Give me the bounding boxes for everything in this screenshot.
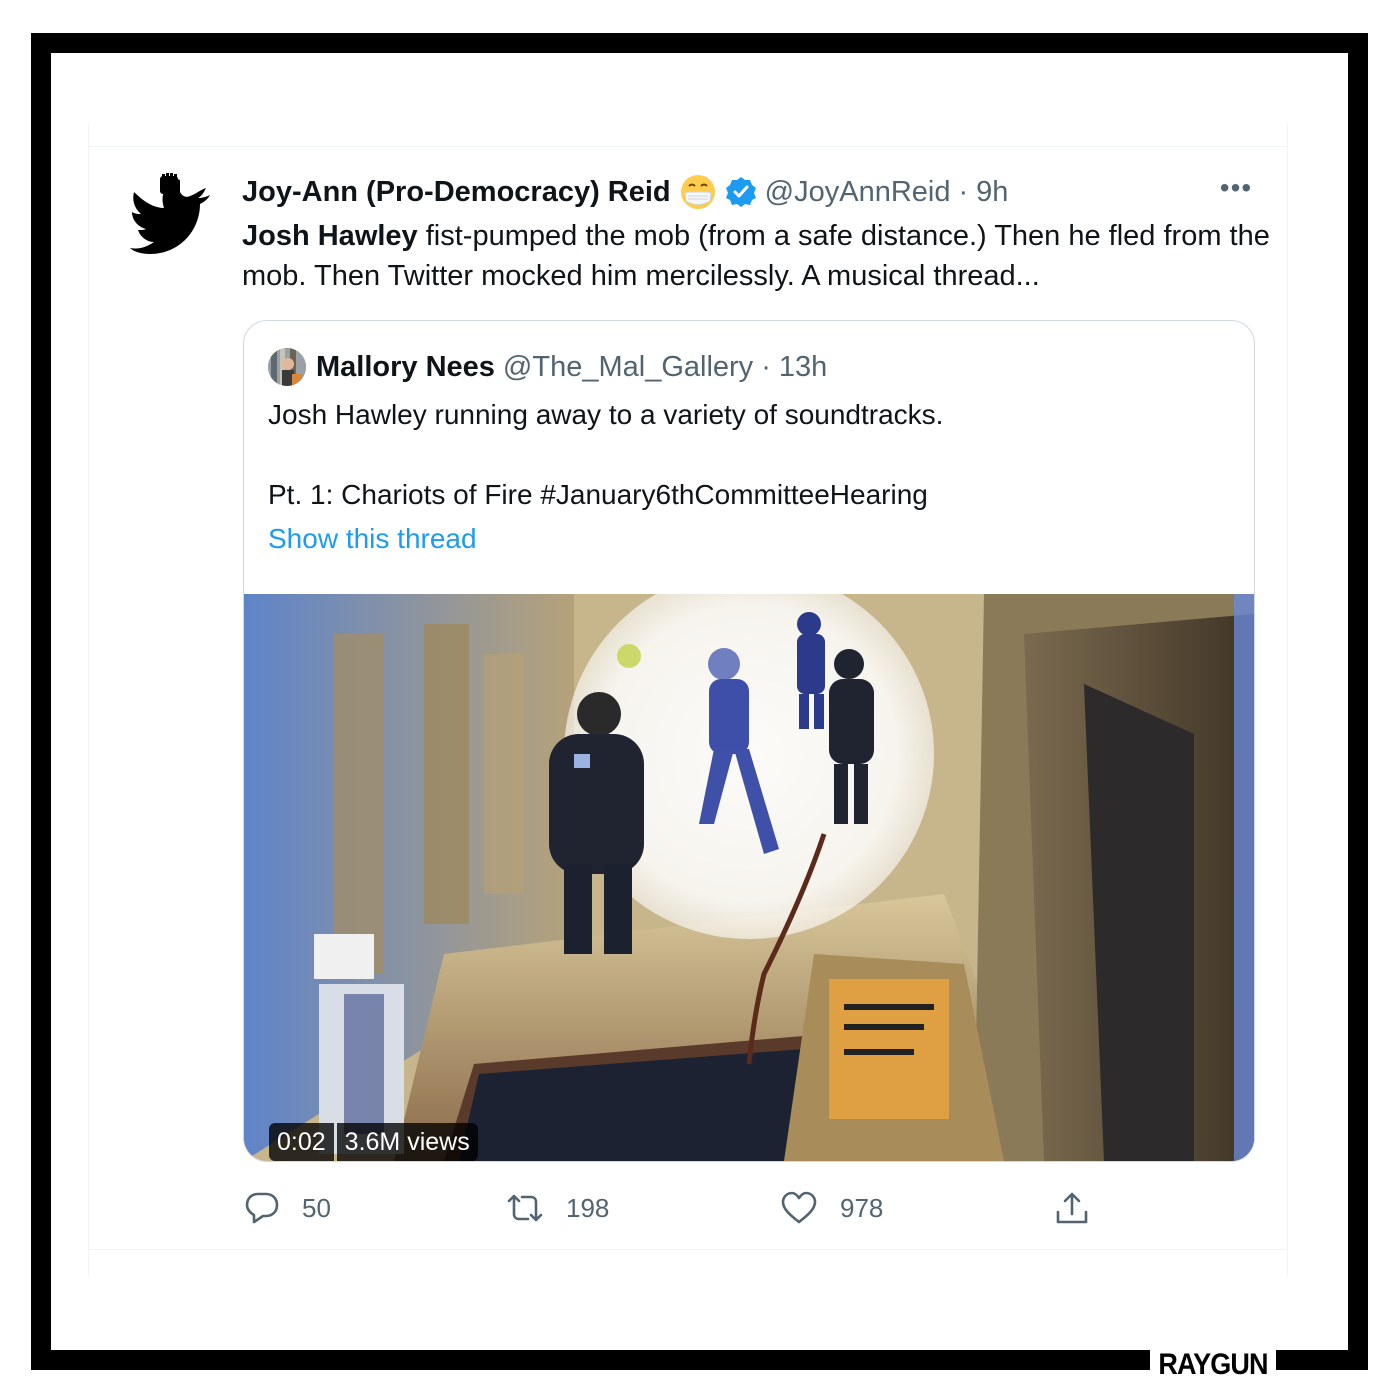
reply-count: 50 bbox=[302, 1192, 331, 1223]
quoted-author-avatar[interactable] bbox=[268, 348, 306, 386]
show-thread-link[interactable]: Show this thread bbox=[268, 523, 477, 555]
retweet-count: 198 bbox=[566, 1192, 610, 1223]
quoted-tweet-text: Josh Hawley running away to a variety of… bbox=[268, 395, 1228, 515]
mention-bold: Josh Hawley bbox=[242, 220, 418, 252]
author-handle[interactable]: @JoyAnnReid bbox=[765, 176, 951, 209]
verified-badge-icon bbox=[725, 177, 756, 207]
like-button[interactable]: 978 bbox=[780, 1184, 883, 1232]
quoted-text-line2: Pt. 1: Chariots of Fire #January6thCommi… bbox=[268, 479, 928, 510]
share-button[interactable] bbox=[1054, 1184, 1112, 1232]
author-display-name[interactable]: Joy-Ann (Pro-Democracy) Reid bbox=[242, 176, 671, 209]
retweet-icon bbox=[507, 1194, 543, 1222]
tweet-header: Joy-Ann (Pro-Democracy) Reid @JoyAnnReid… bbox=[242, 172, 1008, 212]
video-duration: 0:02 bbox=[269, 1123, 334, 1161]
reply-icon bbox=[245, 1192, 279, 1224]
face-with-medical-mask-emoji bbox=[680, 175, 715, 209]
frame-left bbox=[31, 33, 51, 1370]
frame-top bbox=[31, 33, 1368, 53]
bottom-divider bbox=[88, 1249, 1286, 1250]
tweet-text: Josh Hawley fist-pumped the mob (from a … bbox=[242, 216, 1272, 296]
quoted-author-handle[interactable]: @The_Mal_Gallery bbox=[503, 351, 753, 384]
quoted-tweet[interactable]: Mallory Nees @The_Mal_Gallery · 13h Josh… bbox=[243, 320, 1255, 1162]
quoted-tweet-header: Mallory Nees @The_Mal_Gallery · 13h bbox=[268, 347, 827, 387]
retweet-button[interactable]: 198 bbox=[506, 1184, 609, 1232]
like-count: 978 bbox=[840, 1192, 884, 1223]
reply-button[interactable]: 50 bbox=[244, 1184, 331, 1232]
quoted-header-separator: · bbox=[761, 350, 771, 383]
quoted-tweet-timestamp[interactable]: 13h bbox=[779, 351, 827, 384]
like-icon bbox=[781, 1191, 817, 1224]
quoted-text-line1: Josh Hawley running away to a variety of… bbox=[268, 399, 944, 430]
tweet-timestamp[interactable]: 9h bbox=[976, 176, 1008, 209]
quoted-author-display-name[interactable]: Mallory Nees bbox=[316, 351, 495, 384]
frame-right bbox=[1348, 33, 1368, 1370]
header-separator: · bbox=[958, 175, 969, 208]
raised-fist-twitter-bird-logo[interactable] bbox=[128, 172, 216, 260]
share-icon bbox=[1056, 1192, 1088, 1224]
video-views: 3.6M views bbox=[336, 1123, 478, 1161]
top-divider bbox=[88, 146, 1286, 147]
video-thumbnail[interactable] bbox=[244, 594, 1254, 1161]
video-meta-badge: 0:02 3.6M views bbox=[269, 1123, 478, 1161]
more-icon[interactable]: ••• bbox=[1216, 174, 1256, 206]
raygun-watermark: RAYGUN bbox=[1150, 1345, 1276, 1385]
